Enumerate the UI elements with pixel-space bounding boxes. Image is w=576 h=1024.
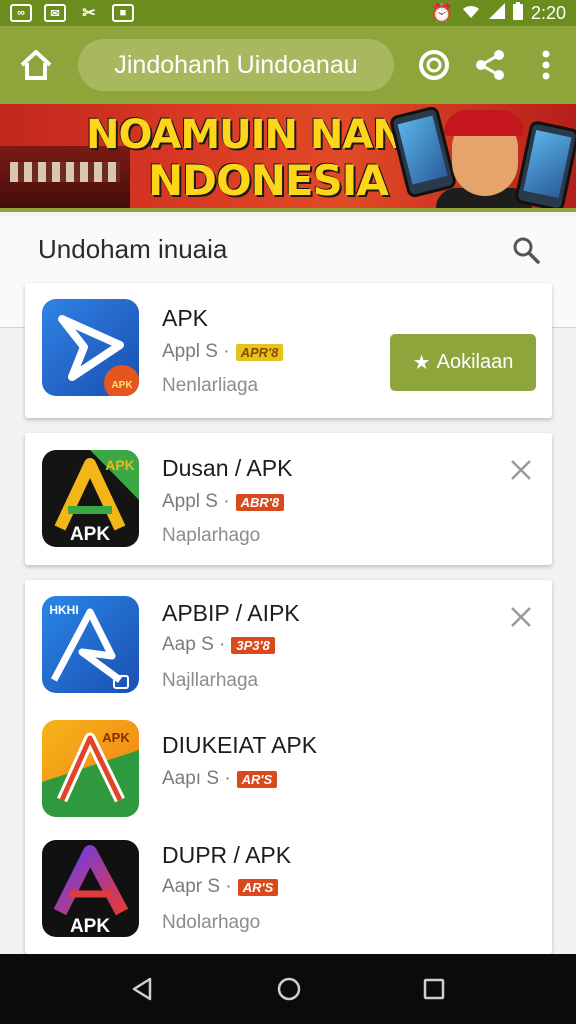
list-item[interactable]: APK DIUKEIAT APK Aapı S · AR'S	[25, 708, 552, 828]
section-title: Undoham inuaia	[38, 234, 228, 264]
search-icon	[513, 237, 540, 264]
app-meta-text: Aapı S ·	[162, 768, 231, 789]
app-card[interactable]: HKHI APBIP / AIPK Aap S · 3P3'8 Najllarh…	[25, 580, 552, 954]
icon-text: APK	[111, 380, 133, 391]
app-badge: APR'8	[235, 343, 284, 361]
url-text: Jindohanh Uindoanau	[114, 50, 358, 79]
app-name: DUPR / APK	[162, 842, 292, 868]
browser-toolbar: Jindohanh Uindoanau	[0, 26, 576, 104]
wifi-icon	[461, 3, 481, 24]
notification-icon: ∞	[10, 4, 32, 22]
home-icon	[20, 50, 52, 80]
app-meta-text: Appl S ·	[162, 341, 230, 362]
search-button[interactable]	[512, 236, 540, 269]
app-subtitle: Naplarhago	[162, 525, 261, 546]
status-bar: ∞ ✉ ✂ ■ ⏰ 2:20	[0, 0, 576, 26]
app-icon: APK	[42, 840, 139, 937]
app-subtitle: Najllarhaga	[162, 670, 259, 691]
app-meta-text: Appl S ·	[162, 491, 230, 512]
signal-icon	[488, 2, 505, 24]
list-item[interactable]: APK APK Dusan / APK Appl S · ABR'8 Napla…	[25, 433, 552, 553]
reader-button[interactable]	[406, 26, 462, 104]
status-time: 2:20	[530, 2, 566, 23]
app-meta: Aap S · 3P3'8	[162, 634, 275, 656]
list-item[interactable]: APK APK Appl S · APR'8 Nenlarliaga ★ Aok…	[25, 283, 552, 403]
app-badge: ABR'8	[235, 493, 285, 511]
icon-text: APK	[105, 457, 135, 473]
app-icon: APK	[42, 299, 139, 396]
app-badge: AR'S	[236, 770, 278, 788]
app-icon: HKHI	[42, 596, 139, 693]
banner-headline-1: NOAMUIN NAN	[86, 112, 406, 158]
app-name: APBIP / AIPK	[162, 600, 300, 626]
banner-headline-2: NDONESIA	[148, 156, 389, 205]
app-badge: AR'S	[237, 878, 279, 896]
app-meta-text: Aapr S ·	[162, 876, 232, 897]
app-card[interactable]: APK APK Dusan / APK Appl S · ABR'8 Napla…	[25, 433, 552, 565]
icon-text: APK	[102, 730, 130, 745]
app-name: APK	[162, 305, 209, 331]
app-card[interactable]: APK APK Appl S · APR'8 Nenlarliaga ★ Aok…	[25, 283, 552, 418]
app-meta-text: Aap S ·	[162, 634, 226, 655]
star-icon: ★	[412, 352, 431, 374]
app-meta: Appl S · ABR'8	[162, 491, 285, 513]
list-item[interactable]: HKHI APBIP / AIPK Aap S · 3P3'8 Najllarh…	[25, 580, 552, 700]
back-icon[interactable]	[130, 976, 156, 1002]
install-button-label: Aokilaan	[436, 351, 514, 373]
alarm-icon: ⏰	[430, 2, 453, 23]
more-vert-icon	[542, 50, 550, 80]
icon-text: HKHI	[49, 603, 78, 617]
home-button[interactable]	[0, 26, 72, 104]
app-subtitle: Nenlarliaga	[162, 375, 259, 396]
app-name: DIUKEIAT APK	[162, 732, 318, 758]
overflow-menu-button[interactable]	[518, 26, 574, 104]
app-icon: APK	[42, 720, 139, 817]
system-nav-bar	[0, 954, 576, 1024]
install-button[interactable]: ★ Aokilaan	[390, 334, 536, 391]
app-icon: APK APK	[42, 450, 139, 547]
app-meta: Aapı S · AR'S	[162, 768, 278, 790]
building-windows	[10, 162, 120, 182]
app-meta: Aapr S · AR'S	[162, 876, 279, 898]
icon-text: APK	[70, 524, 110, 545]
sync-icon: ✂	[82, 5, 96, 22]
recents-icon[interactable]	[422, 977, 446, 1001]
app-badge: 3P3'8	[231, 636, 275, 654]
promo-banner[interactable]: NOAMUIN NAN NDONESIA	[0, 104, 576, 212]
home-circle-icon[interactable]	[276, 976, 302, 1002]
icon-text: APK	[70, 916, 110, 937]
close-icon[interactable]	[508, 457, 534, 483]
image-icon: ■	[112, 4, 134, 22]
app-name: Dusan / APK	[162, 455, 293, 481]
at-sign-icon	[419, 50, 449, 80]
red-hat-illustration	[444, 110, 524, 136]
close-icon[interactable]	[508, 604, 534, 630]
url-bar[interactable]: Jindohanh Uindoanau	[78, 39, 394, 91]
app-subtitle: Ndolarhago	[162, 912, 261, 933]
share-icon	[476, 50, 504, 80]
list-item[interactable]: APK DUPR / APK Aapr S · AR'S Ndolarhago	[25, 828, 552, 948]
battery-icon	[512, 1, 523, 25]
app-meta: Appl S · APR'8	[162, 341, 284, 363]
share-button[interactable]	[462, 26, 518, 104]
mail-icon: ✉	[44, 4, 66, 22]
